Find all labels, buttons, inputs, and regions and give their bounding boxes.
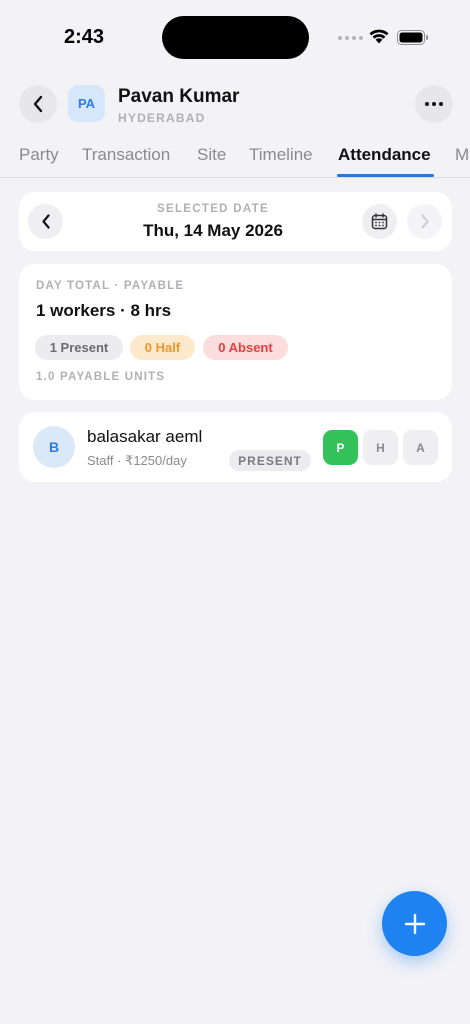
party-name: Pavan Kumar	[118, 86, 240, 107]
party-city: HYDERABAD	[118, 111, 206, 125]
tab-site[interactable]: Site	[197, 145, 226, 165]
date-selector-card: SELECTED DATE Thu, 14 May 2026	[19, 192, 452, 251]
absent-count-badge: 0 Absent	[203, 335, 288, 360]
tab-bar: Party Transaction Site Timeline Attendan…	[0, 140, 470, 178]
day-total-card: DAY TOTAL · PAYABLE 1 workers · 8 hrs 1 …	[19, 264, 452, 400]
back-button[interactable]	[19, 85, 57, 123]
cellular-signal-icon	[338, 36, 363, 40]
worker-name: balasakar aeml	[87, 427, 203, 446]
calendar-button[interactable]	[362, 204, 397, 239]
party-avatar: PA	[68, 85, 105, 122]
party-header: PA Pavan Kumar HYDERABAD	[0, 84, 470, 126]
status-bar: 2:43	[0, 0, 470, 76]
add-attendance-button[interactable]	[382, 891, 447, 956]
tab-party[interactable]: Party	[19, 145, 59, 165]
active-tab-indicator	[337, 174, 434, 177]
ellipsis-icon	[425, 102, 443, 106]
present-count-badge: 1 Present	[35, 335, 123, 360]
worker-row[interactable]: B balasakar aeml Staff · ₹1250/day PRESE…	[19, 412, 452, 482]
tab-more-truncated[interactable]: M	[455, 145, 469, 165]
worker-avatar: B	[33, 426, 75, 468]
tab-transaction[interactable]: Transaction	[82, 145, 170, 165]
worker-role-rate: Staff · ₹1250/day	[87, 453, 187, 468]
tab-attendance[interactable]: Attendance	[338, 145, 431, 165]
mark-absent-button[interactable]: A	[403, 430, 438, 465]
chevron-left-icon	[33, 95, 43, 113]
day-total-label: DAY TOTAL · PAYABLE	[36, 280, 185, 292]
wifi-icon	[369, 29, 389, 44]
selected-date-value[interactable]: Thu, 14 May 2026	[19, 221, 407, 241]
payable-units: 1.0 PAYABLE UNITS	[36, 371, 166, 383]
worker-status-badge: PRESENT	[229, 450, 311, 471]
next-date-button[interactable]	[407, 204, 442, 239]
half-count-badge: 0 Half	[130, 335, 195, 360]
plus-icon	[404, 913, 425, 934]
chevron-right-icon	[420, 214, 429, 229]
tab-timeline[interactable]: Timeline	[249, 145, 313, 165]
mark-half-button[interactable]: H	[363, 430, 398, 465]
status-time: 2:43	[64, 26, 105, 48]
day-total-summary: 1 workers · 8 hrs	[36, 301, 172, 320]
more-options-button[interactable]	[415, 85, 453, 123]
mark-present-button[interactable]: P	[323, 430, 358, 465]
calendar-icon	[371, 213, 388, 230]
battery-icon	[397, 30, 428, 45]
selected-date-label: SELECTED DATE	[157, 203, 269, 215]
dynamic-island	[162, 16, 309, 59]
